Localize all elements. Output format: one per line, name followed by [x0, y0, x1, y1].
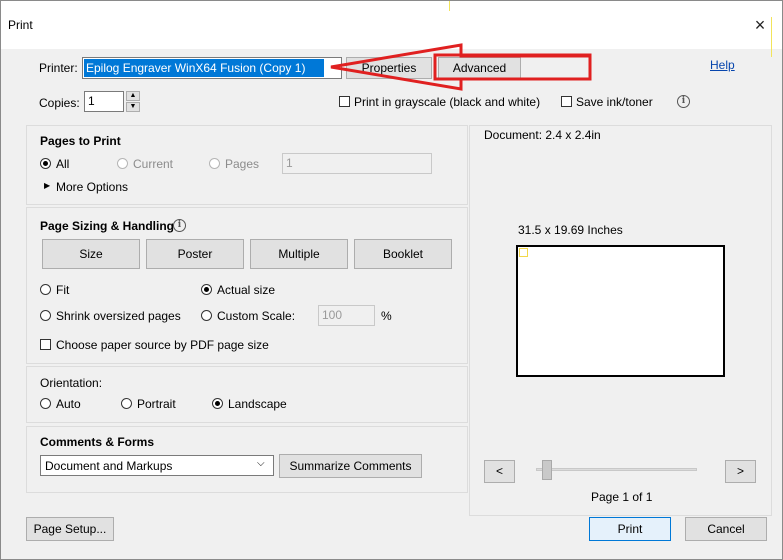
print-dialog: Print × Printer: Epilog Engraver WinX64 …	[0, 0, 783, 560]
annotation-arrow-icon	[330, 43, 592, 91]
annotation-box	[433, 53, 592, 81]
annotation-overlay	[330, 43, 592, 91]
